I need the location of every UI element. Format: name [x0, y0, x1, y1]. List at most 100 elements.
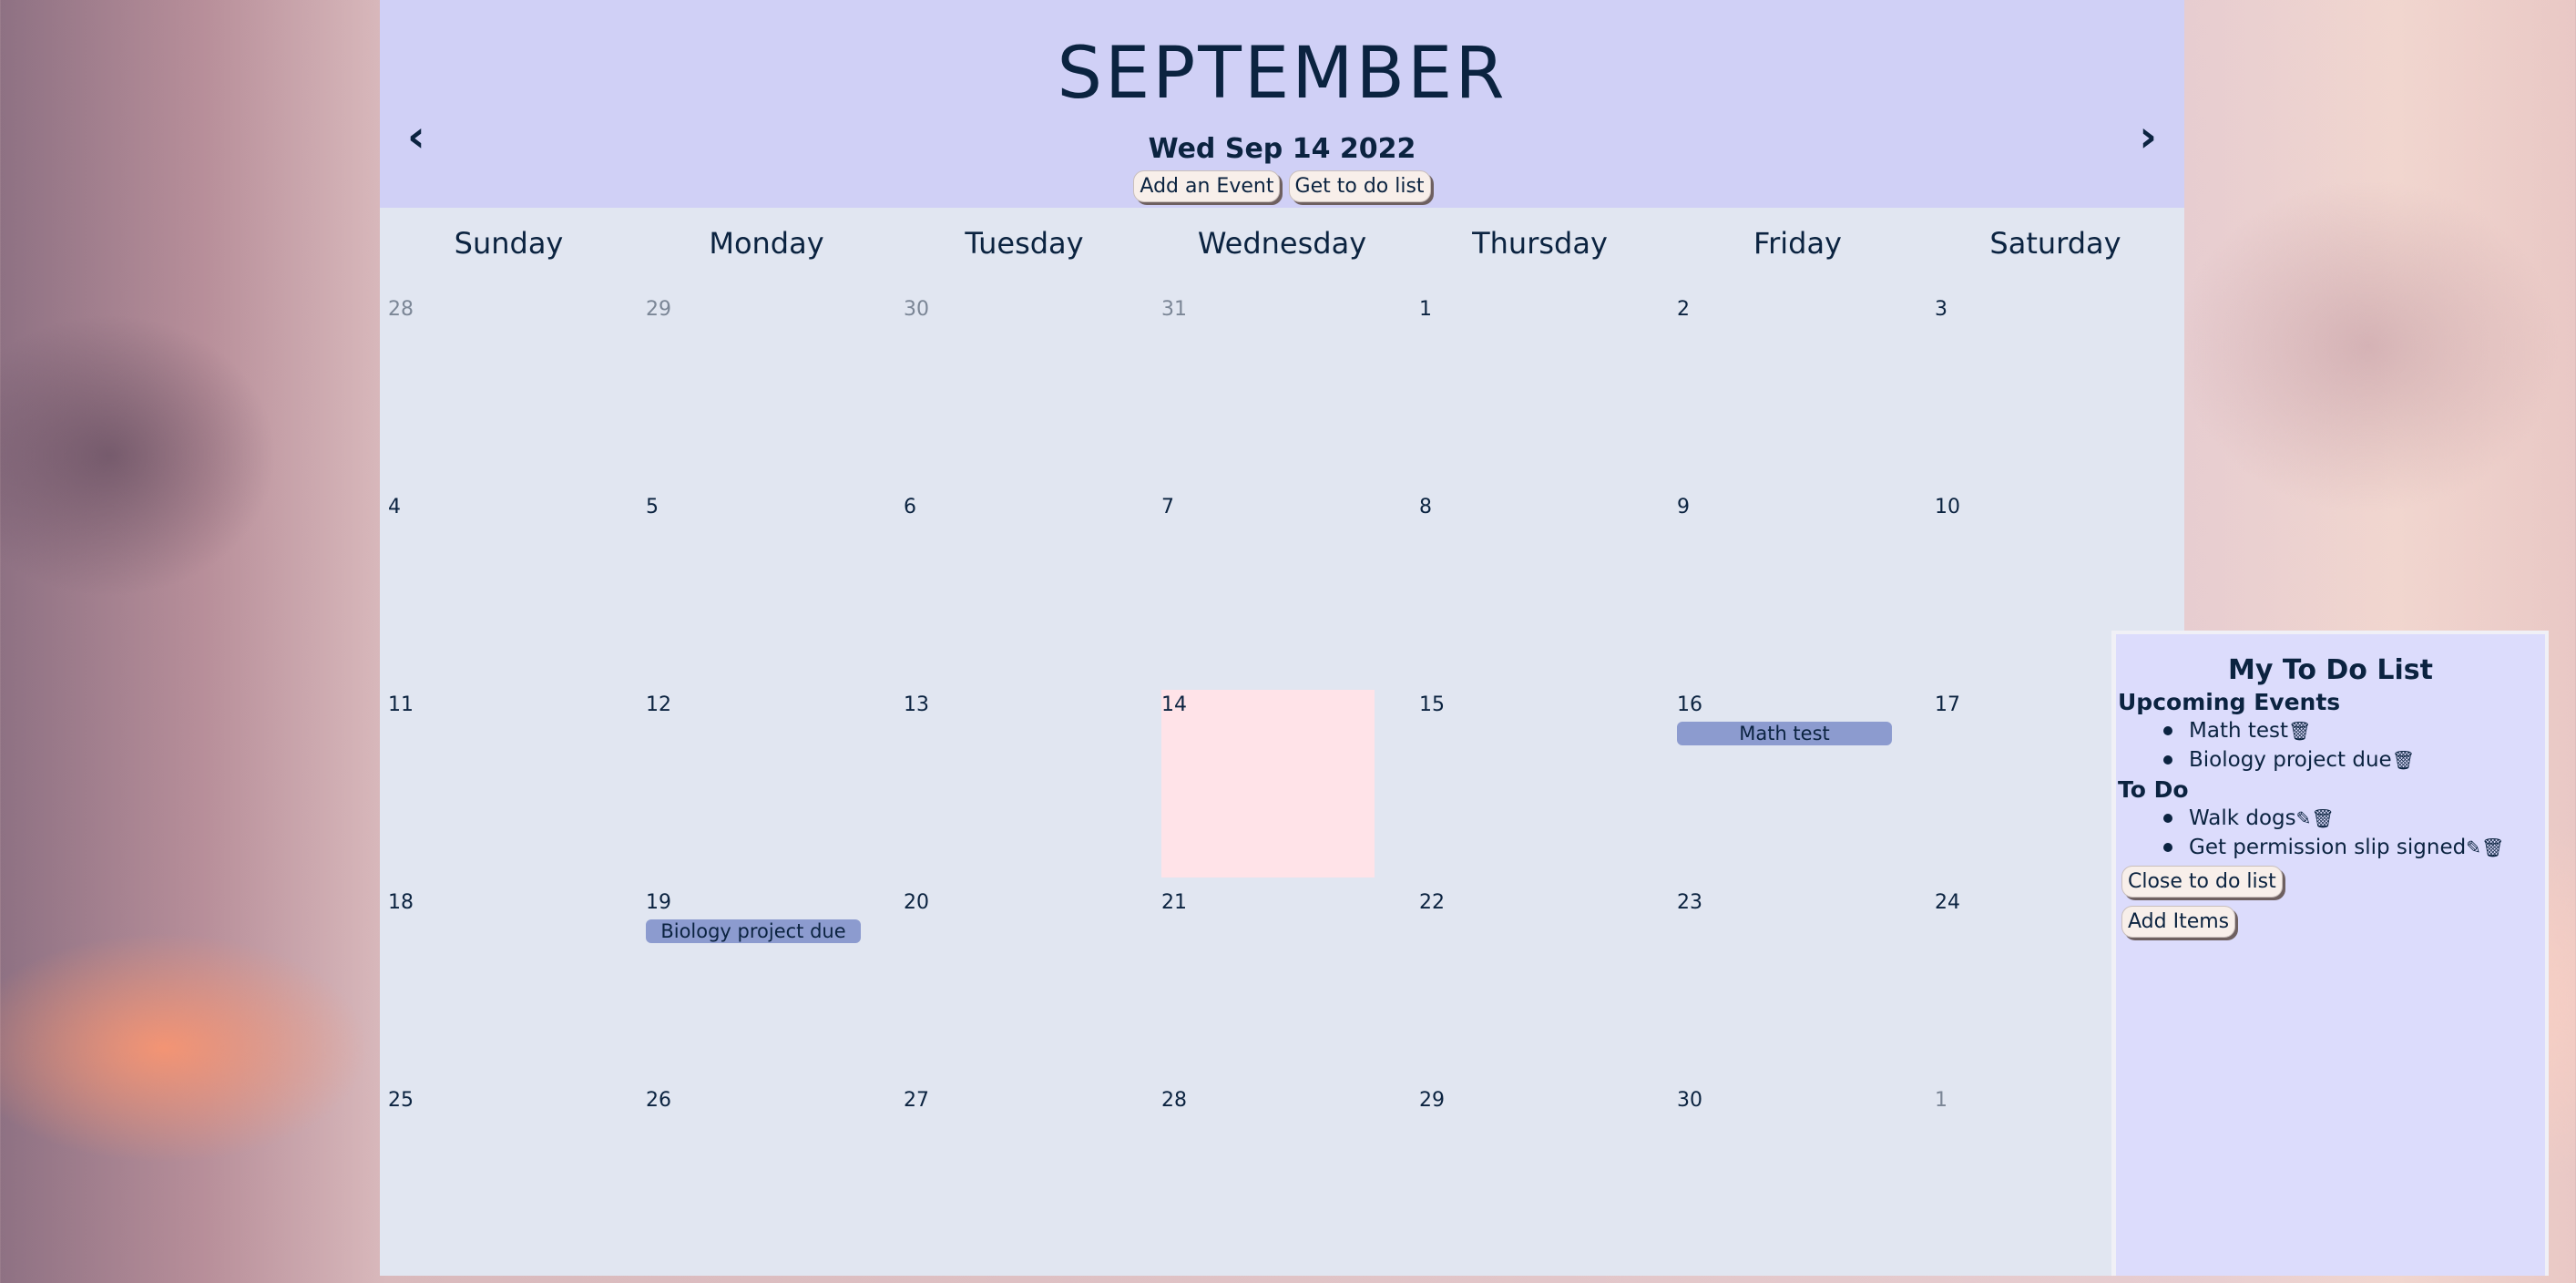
day-cell[interactable]: 11 — [381, 690, 639, 888]
day-cell[interactable]: 30 — [896, 294, 1154, 492]
upcoming-events-list: Math test🗑 Biology project due🗑 — [2116, 716, 2545, 775]
day-number: 4 — [388, 496, 401, 518]
todo-items-list: Walk dogs✎🗑 Get permission slip signed✎🗑 — [2116, 804, 2545, 862]
upcoming-events-heading: Upcoming Events — [2118, 689, 2341, 715]
day-number: 14 — [1161, 693, 1187, 716]
day-number: 18 — [388, 891, 414, 914]
day-cell[interactable]: 4 — [381, 492, 639, 690]
day-cell[interactable]: 16 Math test — [1670, 690, 1927, 888]
month-title: SEPTEMBER — [1057, 33, 1508, 115]
day-cell[interactable]: 21 — [1154, 888, 1412, 1085]
day-number: 19 — [646, 891, 671, 914]
day-number: 26 — [646, 1089, 671, 1112]
day-cell[interactable]: 9 — [1670, 492, 1927, 690]
day-number: 27 — [904, 1089, 929, 1112]
trash-icon[interactable]: 🗑 — [2311, 804, 2334, 833]
day-number: 22 — [1419, 891, 1445, 914]
todo-item-label: Get permission slip signed — [2189, 836, 2467, 859]
day-number: 1 — [1419, 298, 1432, 321]
day-number: 7 — [1161, 496, 1174, 518]
trash-icon[interactable]: 🗑 — [2392, 745, 2415, 775]
day-cell[interactable]: 15 — [1412, 690, 1670, 888]
day-cell[interactable]: 1 — [1412, 294, 1670, 492]
day-number: 9 — [1677, 496, 1690, 518]
weekday-thursday: Thursday — [1472, 226, 1608, 261]
list-item: Walk dogs✎🗑 — [2116, 804, 2545, 833]
day-cell[interactable]: 20 — [896, 888, 1154, 1085]
day-cell[interactable]: 27 — [896, 1085, 1154, 1283]
day-cell[interactable]: 25 — [381, 1085, 639, 1283]
todo-item-label: Walk dogs — [2189, 806, 2296, 830]
day-cell[interactable]: 6 — [896, 492, 1154, 690]
weekday-friday: Friday — [1753, 226, 1842, 261]
day-number: 12 — [646, 693, 671, 716]
day-cell[interactable]: 12 — [639, 690, 896, 888]
day-number: 3 — [1935, 298, 1947, 321]
day-number: 8 — [1419, 496, 1432, 518]
weekday-sunday: Sunday — [454, 226, 564, 261]
calendar-header: SEPTEMBER ‹ › Wed Sep 14 2022 Add an Eve… — [380, 0, 2184, 208]
event-chip[interactable]: Math test — [1677, 722, 1892, 745]
list-item: Get permission slip signed✎🗑 — [2116, 833, 2545, 862]
day-cell[interactable]: 5 — [639, 492, 896, 690]
upcoming-event-label: Math test — [2189, 719, 2289, 743]
weekday-header: Sunday Monday Tuesday Wednesday Thursday… — [380, 226, 2184, 261]
day-number: 31 — [1161, 298, 1187, 321]
add-event-button[interactable]: Add an Event — [1133, 170, 1281, 202]
current-date: Wed Sep 14 2022 — [1148, 133, 1416, 165]
day-cell[interactable]: 14 — [1154, 690, 1412, 888]
todo-title: My To Do List — [2228, 654, 2433, 686]
header-buttons: Add an Event Get to do list — [380, 170, 2184, 202]
event-chip[interactable]: Biology project due — [646, 919, 861, 943]
weekday-tuesday: Tuesday — [965, 226, 1084, 261]
day-cell[interactable]: 7 — [1154, 492, 1412, 690]
day-cell[interactable]: 18 — [381, 888, 639, 1085]
day-cell[interactable]: 31 — [1154, 294, 1412, 492]
day-cell[interactable]: 22 — [1412, 888, 1670, 1085]
day-number: 1 — [1935, 1089, 1947, 1112]
day-number: 30 — [904, 298, 929, 321]
list-item: Math test🗑 — [2116, 716, 2545, 745]
day-number: 24 — [1935, 891, 1960, 914]
trash-icon[interactable]: 🗑 — [2481, 833, 2504, 862]
list-item: Biology project due🗑 — [2116, 745, 2545, 775]
day-number: 20 — [904, 891, 929, 914]
day-cell[interactable]: 3 — [1927, 294, 2185, 492]
day-cell[interactable]: 26 — [639, 1085, 896, 1283]
day-number: 30 — [1677, 1089, 1702, 1112]
day-cell[interactable]: 23 — [1670, 888, 1927, 1085]
day-number: 21 — [1161, 891, 1187, 914]
day-cell[interactable]: 30 — [1670, 1085, 1927, 1283]
weekday-saturday: Saturday — [1989, 226, 2121, 261]
pencil-icon[interactable]: ✎ — [2466, 833, 2481, 862]
day-cell[interactable]: 19 Biology project due — [639, 888, 896, 1085]
todo-panel: My To Do List Upcoming Events Math test🗑… — [2111, 631, 2549, 1276]
day-number: 5 — [646, 496, 659, 518]
day-number: 17 — [1935, 693, 1960, 716]
day-number: 23 — [1677, 891, 1702, 914]
day-cell[interactable]: 13 — [896, 690, 1154, 888]
todo-heading: To Do — [2118, 776, 2189, 803]
day-number: 11 — [388, 693, 414, 716]
today-highlight — [1161, 690, 1375, 878]
day-number: 29 — [1419, 1089, 1445, 1112]
day-number: 28 — [388, 298, 414, 321]
day-number: 29 — [646, 298, 671, 321]
day-cell[interactable]: 28 — [1154, 1085, 1412, 1283]
weekday-monday: Monday — [709, 226, 824, 261]
close-todo-list-button[interactable]: Close to do list — [2121, 866, 2283, 898]
day-cell[interactable]: 28 — [381, 294, 639, 492]
weekday-wednesday: Wednesday — [1197, 226, 1367, 261]
day-cell[interactable]: 2 — [1670, 294, 1927, 492]
day-number: 10 — [1935, 496, 1960, 518]
day-cell[interactable]: 29 — [639, 294, 896, 492]
pencil-icon[interactable]: ✎ — [2296, 804, 2312, 833]
day-cell[interactable]: 8 — [1412, 492, 1670, 690]
day-number: 6 — [904, 496, 916, 518]
day-cell[interactable]: 29 — [1412, 1085, 1670, 1283]
trash-icon[interactable]: 🗑 — [2288, 716, 2311, 745]
get-todo-list-button[interactable]: Get to do list — [1288, 170, 1431, 202]
day-number: 13 — [904, 693, 929, 716]
add-items-button[interactable]: Add Items — [2121, 906, 2236, 938]
day-number: 16 — [1677, 693, 1702, 716]
